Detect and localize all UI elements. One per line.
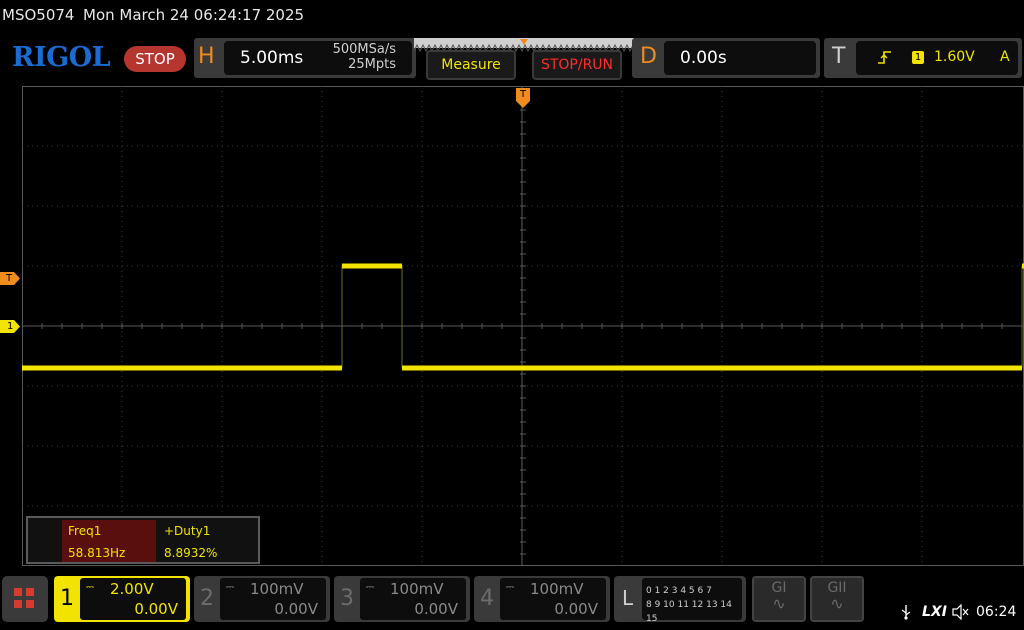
usb-icon[interactable]: [900, 604, 912, 624]
measurement-duty-name: +Duty1: [164, 524, 211, 538]
measurement-freq[interactable]: Freq1 58.813Hz: [62, 520, 156, 562]
rigol-logo: RIGOL: [12, 42, 111, 73]
measure-button[interactable]: Measure: [426, 50, 516, 80]
sine-wave-icon: ∿: [772, 594, 786, 613]
grid-icon: [26, 600, 34, 608]
title-bar: MSO5074 Mon March 24 06:24:17 2025: [0, 0, 1024, 36]
waveform-grid: [22, 86, 1024, 566]
trigger-inner: 1 1.60V A: [856, 41, 1018, 75]
model-name: MSO5074: [2, 6, 75, 24]
trigger-source-badge: 1: [912, 51, 924, 64]
channel-3-button[interactable]: 3 ⎓ 100mV 0.00V: [334, 576, 470, 622]
channel-inner: ⎓ 2.00V 0.00V: [80, 578, 186, 620]
sample-rate: 500MSa/s: [332, 42, 396, 57]
generator-2-button[interactable]: GII ∿: [810, 576, 864, 622]
horizontal-letter: H: [198, 44, 215, 69]
measurement-panel[interactable]: Freq1 58.813Hz +Duty1 8.8932%: [26, 516, 260, 564]
channel-2-button[interactable]: 2 ⎓ 100mV 0.00V: [194, 576, 330, 622]
measurement-freq-name: Freq1: [68, 524, 102, 538]
stop-run-button[interactable]: STOP/RUN: [532, 50, 622, 80]
mute-icon[interactable]: [952, 603, 970, 624]
sine-wave-icon: ∿: [830, 594, 844, 613]
memory-depth: 25Mpts: [348, 57, 396, 72]
trigger-panel[interactable]: T 1 1.60V A: [824, 38, 1022, 78]
trigger-position-mark: [520, 39, 528, 45]
logic-row-1: 0 1 2 3 4 5 6 7: [646, 586, 712, 596]
clock-time: 06:24: [976, 604, 1017, 620]
channel-1-button[interactable]: 1 ⎓ 2.00V 0.00V: [54, 576, 190, 622]
grid-icon: [26, 588, 34, 596]
channel1-offset-marker[interactable]: 1: [0, 320, 20, 333]
channel-scale: 100mV: [390, 580, 444, 598]
delay-panel[interactable]: D 0.00s: [632, 38, 820, 78]
dc-coupling-icon: ⎓: [226, 582, 234, 593]
delay-value: 0.00s: [680, 48, 727, 68]
channel-number: 1: [60, 586, 74, 611]
trigger-letter: T: [832, 44, 846, 69]
dc-coupling-icon: ⎓: [506, 582, 514, 593]
home-menu-button[interactable]: [2, 576, 48, 622]
lxi-label[interactable]: LXI: [922, 604, 947, 620]
trigger-level-value: 1.60V: [934, 49, 975, 65]
grid-icon: [14, 588, 22, 596]
channel-4-button[interactable]: 4 ⎓ 100mV 0.00V: [474, 576, 610, 622]
top-toolbar: RIGOL STOP H 5.00ms 500MSa/s 25Mpts Meas…: [0, 36, 1024, 84]
measurement-duty-value: 8.8932%: [164, 546, 218, 560]
memory-position-strip[interactable]: [413, 38, 634, 53]
horizontal-inner: 5.00ms 500MSa/s 25Mpts: [224, 41, 412, 75]
channel-offset: 0.00V: [134, 600, 178, 618]
channel-number: 2: [200, 586, 214, 611]
logic-inner: 0 1 2 3 4 5 6 7 8 9 10 11 12 13 14 15: [642, 578, 742, 624]
channel-number: 4: [480, 586, 494, 611]
logic-channels-button[interactable]: L 0 1 2 3 4 5 6 7 8 9 10 11 12 13 14 15: [614, 576, 746, 624]
waveform-display[interactable]: [22, 86, 1024, 566]
channel-scale: 100mV: [250, 580, 304, 598]
channel-inner: ⎓ 100mV 0.00V: [360, 578, 466, 620]
date-time: Mon March 24 06:24:17 2025: [83, 6, 305, 24]
channel-scale: 100mV: [530, 580, 584, 598]
timebase-value: 5.00ms: [240, 48, 304, 68]
channel-inner: ⎓ 100mV 0.00V: [220, 578, 326, 620]
bottom-bar: 1 ⎓ 2.00V 0.00V 2 ⎓ 100mV 0.00V 3 ⎓ 100m…: [0, 572, 1024, 630]
channel-offset: 0.00V: [554, 600, 598, 618]
generator-1-button[interactable]: GI ∿: [752, 576, 806, 622]
measurement-duty[interactable]: +Duty1 8.8932%: [158, 520, 252, 562]
channel-inner: ⎓ 100mV 0.00V: [500, 578, 606, 620]
run-state-badge[interactable]: STOP: [124, 46, 186, 72]
rising-edge-icon: [878, 49, 892, 69]
delay-inner: 0.00s: [664, 41, 816, 75]
trigger-level-marker[interactable]: T: [0, 272, 20, 285]
sample-info: 500MSa/s 25Mpts: [333, 42, 396, 72]
channel-number: 3: [340, 586, 354, 611]
measurement-freq-value: 58.813Hz: [68, 546, 126, 560]
channel-offset: 0.00V: [414, 600, 458, 618]
delay-letter: D: [640, 44, 657, 69]
channel-offset: 0.00V: [274, 600, 318, 618]
horizontal-panel[interactable]: H 5.00ms 500MSa/s 25Mpts: [194, 38, 416, 78]
dc-coupling-icon: ⎓: [86, 582, 94, 593]
logic-row-2: 8 9 10 11 12 13 14 15: [646, 600, 732, 624]
trigger-mode: A: [1000, 49, 1010, 65]
dc-coupling-icon: ⎓: [366, 582, 374, 593]
channel-scale: 2.00V: [110, 580, 154, 598]
logic-letter: L: [622, 586, 634, 610]
grid-icon: [14, 600, 22, 608]
ch1-trace-edges: [22, 265, 1024, 369]
